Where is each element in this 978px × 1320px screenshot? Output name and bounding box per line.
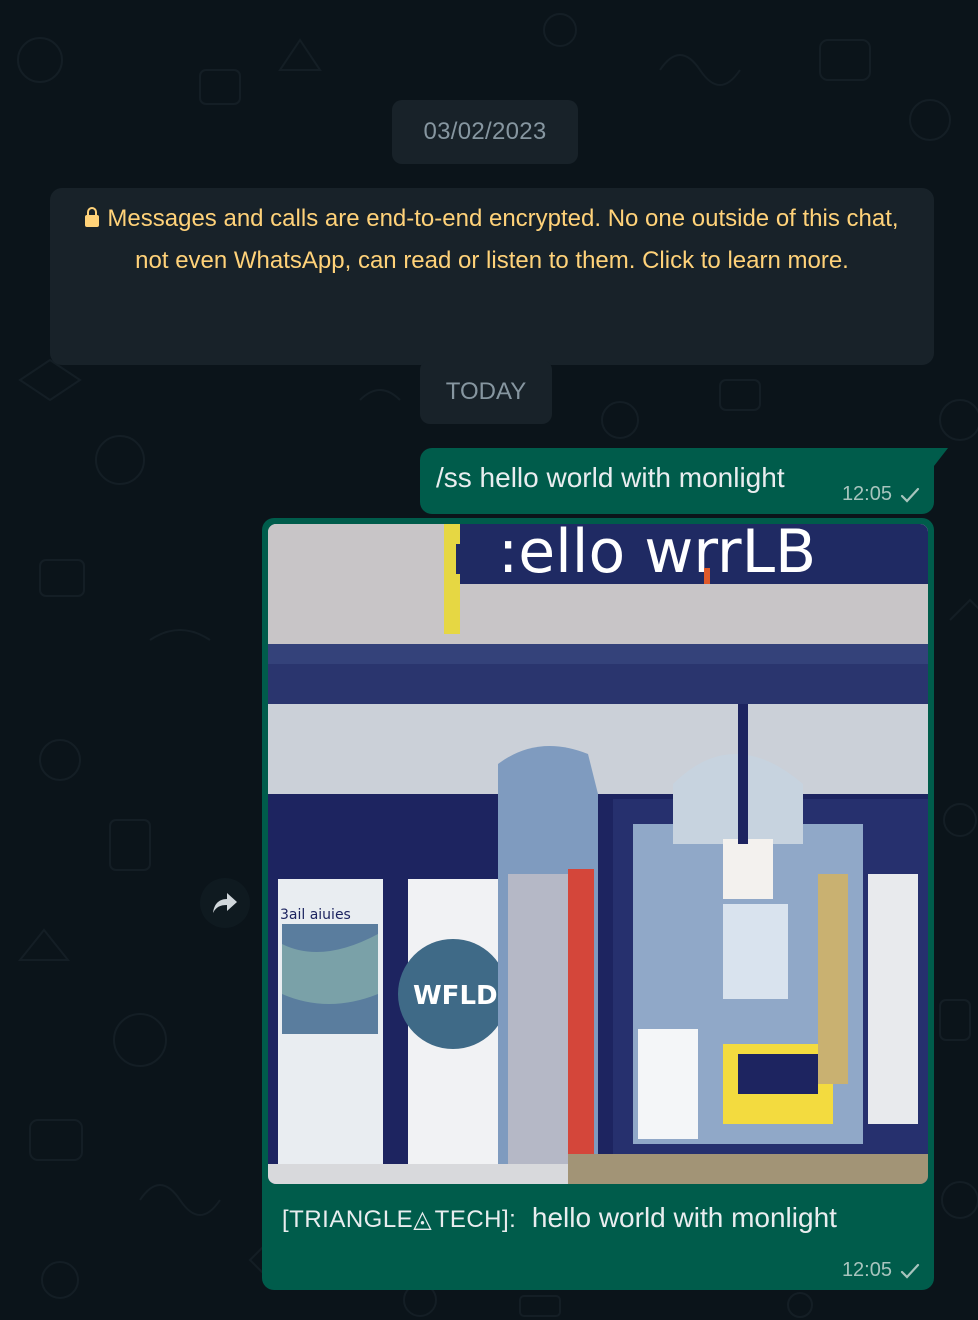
message-time: 12:05 <box>841 1259 892 1281</box>
image-message[interactable]: :ello wrrLB 3ail aiuies WFLD [TRIANGLE◬ … <box>262 518 934 1290</box>
encryption-notice[interactable]: Messages and calls are end-to-end encryp… <box>50 188 934 365</box>
image-label-mid: WFLD <box>413 981 498 1011</box>
sender-tag: [TRIANGLE◬ TECH]: <box>282 1206 517 1233</box>
lock-icon <box>85 207 100 227</box>
generated-image[interactable]: :ello wrrLB 3ail aiuies WFLD <box>268 524 928 1184</box>
bubble-tail <box>934 448 948 466</box>
date-divider: 03/02/2023 <box>392 100 578 164</box>
message-meta: 12:05 <box>842 483 920 506</box>
message-time: 12:05 <box>841 483 892 505</box>
image-sign-text: :ello wrrLB <box>498 524 816 587</box>
single-check-icon <box>900 487 920 503</box>
today-divider: TODAY <box>420 360 552 424</box>
caption-text: hello world with monlight <box>531 1202 837 1233</box>
image-caption: [TRIANGLE◬ TECH]: hello world with monli… <box>282 1202 837 1234</box>
single-check-icon <box>900 1263 920 1279</box>
message-text: /ss hello world with monlight <box>436 462 785 493</box>
encryption-notice-text: Messages and calls are end-to-end encryp… <box>107 205 899 274</box>
forward-button[interactable] <box>200 878 250 928</box>
image-label-left: 3ail aiuies <box>280 907 351 923</box>
image-message-meta: 12:05 <box>842 1259 920 1282</box>
image-content: :ello wrrLB 3ail aiuies WFLD <box>268 524 928 1184</box>
outgoing-message[interactable]: /ss hello world with monlight 12:05 <box>420 448 948 514</box>
forward-icon <box>213 893 237 913</box>
